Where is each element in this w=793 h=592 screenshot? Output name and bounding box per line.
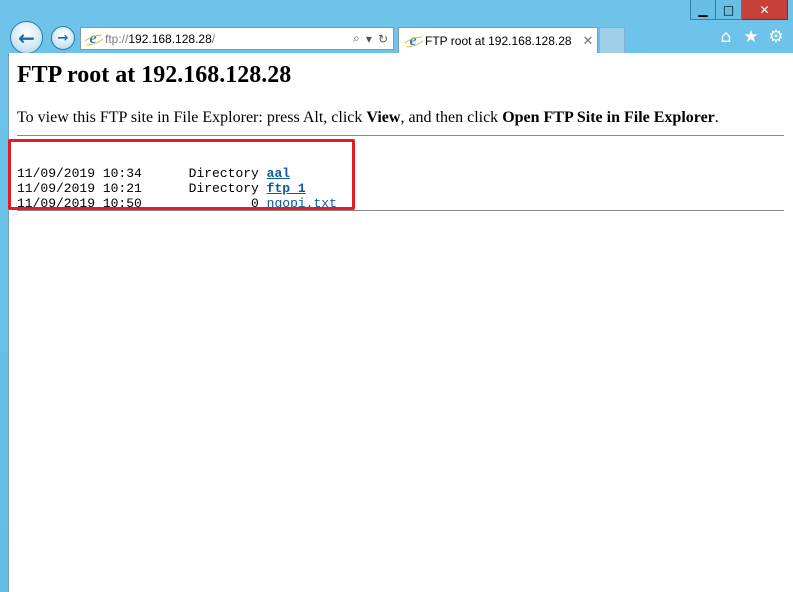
address-bar[interactable]: e ftp://192.168.128.28/ ⌕ ▾ ↻ (80, 27, 394, 50)
minimize-button[interactable]: ▁ (690, 0, 716, 20)
arrow-left-icon: ← (18, 25, 35, 50)
red-highlight-box (8, 139, 355, 210)
ie-tab-icon: e (405, 32, 421, 49)
address-scheme: ftp:// (105, 31, 129, 46)
divider-top (17, 135, 784, 136)
browser-window: ▁ □ ✕ ← → e ftp://192.168.128.28/ ⌕ ▾ ↻ … (0, 0, 793, 592)
instructions-part-2: , and then click (400, 109, 503, 126)
search-icon[interactable]: ⌕ (353, 31, 360, 46)
ie-page-icon: e (85, 30, 101, 47)
window-caption-buttons: ▁ □ ✕ (690, 0, 788, 20)
tab-title: FTP root at 192.168.128.28 (425, 34, 572, 48)
instructions-view: View (366, 109, 401, 126)
favorites-star-icon[interactable]: ★ (742, 27, 760, 47)
divider-bottom (17, 210, 784, 211)
address-text[interactable]: ftp://192.168.128.28/ (105, 32, 353, 46)
new-tab-button[interactable] (599, 27, 625, 53)
command-icons: ⌂ ★ ⚙ (717, 27, 785, 47)
address-host: 192.168.128.28 (128, 31, 212, 46)
forward-button[interactable]: → (51, 26, 75, 50)
address-tools: ⌕ ▾ ↻ (353, 31, 393, 46)
page-content: FTP root at 192.168.128.28 To view this … (8, 53, 793, 592)
chevron-down-icon[interactable]: ▾ (366, 32, 372, 46)
instructions-open-ftp: Open FTP Site in File Explorer (502, 109, 715, 126)
instructions-text: To view this FTP site in File Explorer: … (17, 109, 719, 127)
page-title: FTP root at 192.168.128.28 (17, 62, 292, 88)
close-window-button[interactable]: ✕ (742, 0, 788, 20)
back-button[interactable]: ← (10, 21, 43, 54)
tab-ftp-root[interactable]: e FTP root at 192.168.128.28 ✕ (398, 27, 598, 54)
arrow-right-icon: → (57, 30, 69, 46)
instructions-part-1: To view this FTP site in File Explorer: … (17, 109, 367, 126)
maximize-button[interactable]: □ (716, 0, 742, 20)
close-tab-icon[interactable]: ✕ (579, 34, 597, 49)
home-icon[interactable]: ⌂ (717, 27, 735, 47)
refresh-icon[interactable]: ↻ (378, 32, 388, 46)
gear-icon[interactable]: ⚙ (767, 27, 785, 47)
instructions-part-3: . (714, 109, 719, 126)
address-path: / (211, 31, 216, 46)
